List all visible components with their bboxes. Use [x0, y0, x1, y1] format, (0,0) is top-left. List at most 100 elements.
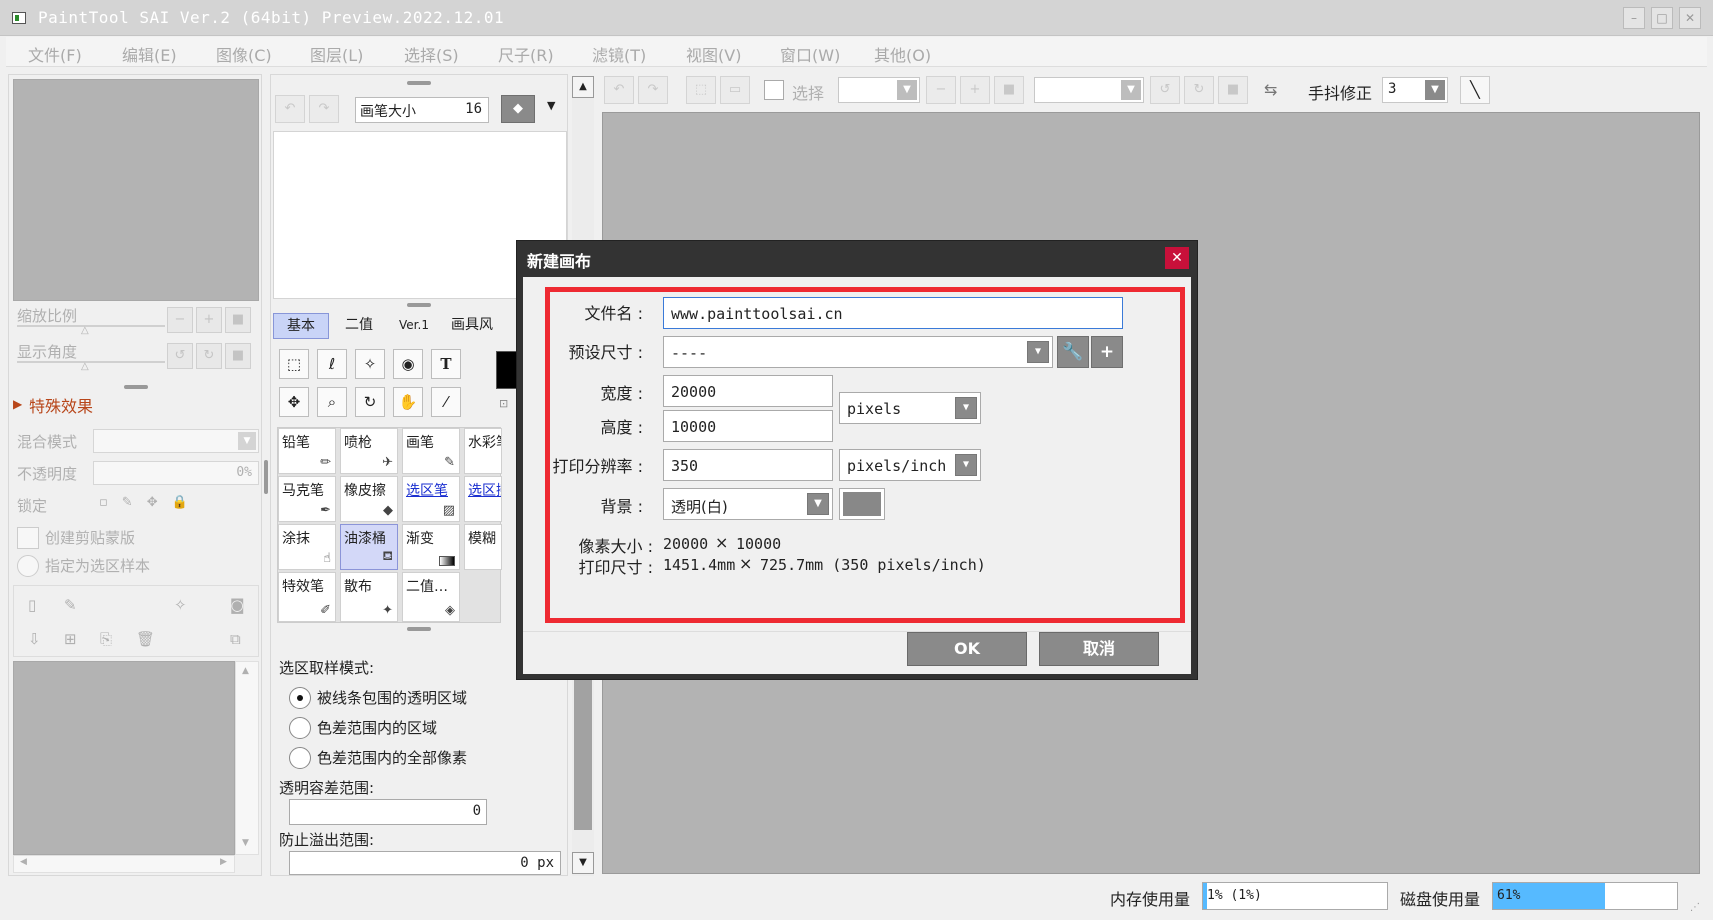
bottom-splitter[interactable] [407, 627, 431, 631]
brush-effect[interactable]: 特效笔 ✐ [278, 572, 336, 622]
redo-button[interactable]: ↷ [638, 76, 668, 104]
rotate-left-button[interactable]: ↺ [167, 343, 193, 369]
effect-icon[interactable]: ✧ [174, 596, 187, 614]
angle-slider[interactable] [17, 361, 165, 363]
brush-watercolor[interactable]: 水彩笔 [464, 428, 502, 474]
close-window-button[interactable]: ✕ [1679, 7, 1701, 29]
tab-binary[interactable]: 二值 [333, 313, 385, 339]
top-splitter[interactable] [407, 81, 431, 85]
tab-ver1[interactable]: Ver.1 [389, 313, 439, 339]
line-tool-button[interactable]: ╲ [1460, 76, 1490, 104]
preset-add-button[interactable]: + [1091, 336, 1123, 368]
layer-set-icon[interactable]: ⧉ [230, 630, 241, 648]
clip-checkbox[interactable] [17, 527, 39, 549]
scroll-right-icon[interactable]: ▶ [220, 857, 227, 867]
width-input[interactable]: 20000 [663, 375, 833, 407]
unit-select[interactable]: pixels ▼ [839, 392, 981, 424]
blend-select[interactable]: ▼ [93, 429, 259, 453]
cancel-button[interactable]: 取消 [1039, 632, 1159, 666]
tab-basic[interactable]: 基本 [273, 313, 329, 339]
background-color-button[interactable] [839, 488, 885, 520]
ok-button[interactable]: OK [907, 632, 1027, 666]
menu-layer[interactable]: 图层(L) [310, 42, 363, 66]
zoom-slider-handle[interactable]: △ [81, 325, 89, 336]
brush-blur[interactable]: 模糊 [464, 524, 502, 570]
menu-view[interactable]: 视图(V) [686, 42, 741, 66]
toolbar-zoom-in[interactable]: + [960, 76, 990, 104]
undo-brush-button[interactable]: ↶ [275, 95, 305, 123]
dialog-close-button[interactable]: ✕ [1165, 247, 1189, 269]
layer-list-scrollbar[interactable]: ▲ ▼ [235, 661, 259, 855]
rotate-reset-button[interactable]: ■ [225, 343, 251, 369]
zoom-in-button[interactable]: + [196, 307, 222, 333]
scroll-thumb[interactable] [574, 676, 592, 830]
brush-binary[interactable]: 二值… ◈ [402, 572, 460, 622]
zoom-reset-button[interactable]: ■ [225, 307, 251, 333]
expand-arrow-icon[interactable]: ▶ [13, 397, 22, 411]
scroll-up-button[interactable]: ▲ [572, 76, 594, 98]
zoom-tool[interactable]: ⌕ [317, 387, 347, 417]
angle-combo[interactable]: ▼ [1034, 77, 1144, 103]
rotate-tool[interactable]: ↻ [355, 387, 385, 417]
brush-eraser-toggle[interactable]: ◆ [501, 95, 535, 123]
rotate-right-button[interactable]: ↻ [196, 343, 222, 369]
scroll-down-button[interactable]: ▼ [572, 852, 594, 874]
undo-button[interactable]: ↶ [604, 76, 634, 104]
angle-slider-handle[interactable]: △ [81, 361, 89, 372]
brush-scatter[interactable]: 散布 ✦ [340, 572, 398, 622]
brush-pencil[interactable]: 铅笔 ✏ [278, 428, 336, 474]
tolerance-field[interactable]: 0 [289, 799, 487, 825]
zoom-slider[interactable] [17, 325, 165, 327]
brush-size-field[interactable]: 画笔大小 16 [355, 97, 489, 123]
menu-image[interactable]: 图像(C) [216, 42, 272, 66]
lasso-tool[interactable]: ℓ [317, 349, 347, 379]
menu-other[interactable]: 其他(O) [874, 42, 931, 66]
new-layer-icon[interactable]: ▯ [28, 596, 36, 614]
layer-list[interactable] [13, 661, 235, 855]
menu-file[interactable]: 文件(F) [28, 42, 82, 66]
height-input[interactable]: 10000 [663, 410, 833, 442]
copy-layer-icon[interactable]: ⎘ [100, 630, 112, 648]
menu-select[interactable]: 选择(S) [404, 42, 459, 66]
overflow-field[interactable]: 0 px [289, 851, 561, 875]
toolbar-rotate-right[interactable]: ↻ [1184, 76, 1214, 104]
effects-label[interactable]: 特殊效果 [29, 393, 93, 417]
mask-icon[interactable]: ◙ [230, 596, 245, 614]
fill-mode-radio-all-pixels[interactable] [289, 747, 311, 769]
zoom-combo[interactable]: ▼ [838, 77, 920, 103]
filename-input[interactable]: www.painttoolsai.cn [663, 297, 1123, 329]
shape-tool[interactable]: ◉ [393, 349, 423, 379]
magic-wand-tool[interactable]: ✧ [355, 349, 385, 379]
redo-brush-button[interactable]: ↷ [309, 95, 339, 123]
zoom-out-button[interactable]: − [167, 307, 193, 333]
tab-paint-style[interactable]: 画具风 [443, 313, 501, 339]
brush-select-eraser[interactable]: 选区擦 [464, 476, 502, 522]
new-vector-layer-icon[interactable]: ✎ [64, 596, 77, 614]
select-checkbox[interactable] [764, 80, 784, 100]
merge-icon[interactable]: ⊞ [64, 630, 77, 648]
maximize-button[interactable]: □ [1651, 7, 1673, 29]
opacity-field[interactable]: 0% [93, 461, 259, 485]
column-splitter[interactable] [264, 460, 268, 494]
toolbar-rotate-reset[interactable]: ■ [1218, 76, 1248, 104]
brush-smudge[interactable]: 涂抹 ☝ [278, 524, 336, 570]
brush-brush[interactable]: 画笔 ✎ [402, 428, 460, 474]
swap-color-icon[interactable]: ⊡ [499, 397, 508, 410]
resize-grip-icon[interactable]: ⋰ [1690, 902, 1700, 913]
menu-ruler[interactable]: 尺子(R) [498, 42, 554, 66]
preset-edit-button[interactable]: 🔧 [1057, 336, 1089, 368]
brush-menu-dropdown[interactable]: ▼ [547, 99, 555, 112]
toolbar-zoom-out[interactable]: − [926, 76, 956, 104]
layer-list-hscrollbar[interactable]: ◀ ▶ [13, 855, 235, 873]
toolbar-rotate-left[interactable]: ↺ [1150, 76, 1180, 104]
mid-splitter[interactable] [407, 303, 431, 307]
invert-selection-button[interactable]: ▭ [720, 76, 750, 104]
rect-select-tool[interactable]: ⬚ [279, 349, 309, 379]
hand-tool[interactable]: ✋ [393, 387, 423, 417]
menu-edit[interactable]: 编辑(E) [122, 42, 177, 66]
brush-select-pen[interactable]: 选区笔 ▨ [402, 476, 460, 522]
lock-icons[interactable]: ▫✎✥🔒 [99, 495, 202, 510]
brush-bucket[interactable]: 油漆桶 ⛾ [340, 524, 398, 570]
scroll-left-icon[interactable]: ◀ [20, 857, 27, 867]
brush-eraser[interactable]: 橡皮擦 ◆ [340, 476, 398, 522]
